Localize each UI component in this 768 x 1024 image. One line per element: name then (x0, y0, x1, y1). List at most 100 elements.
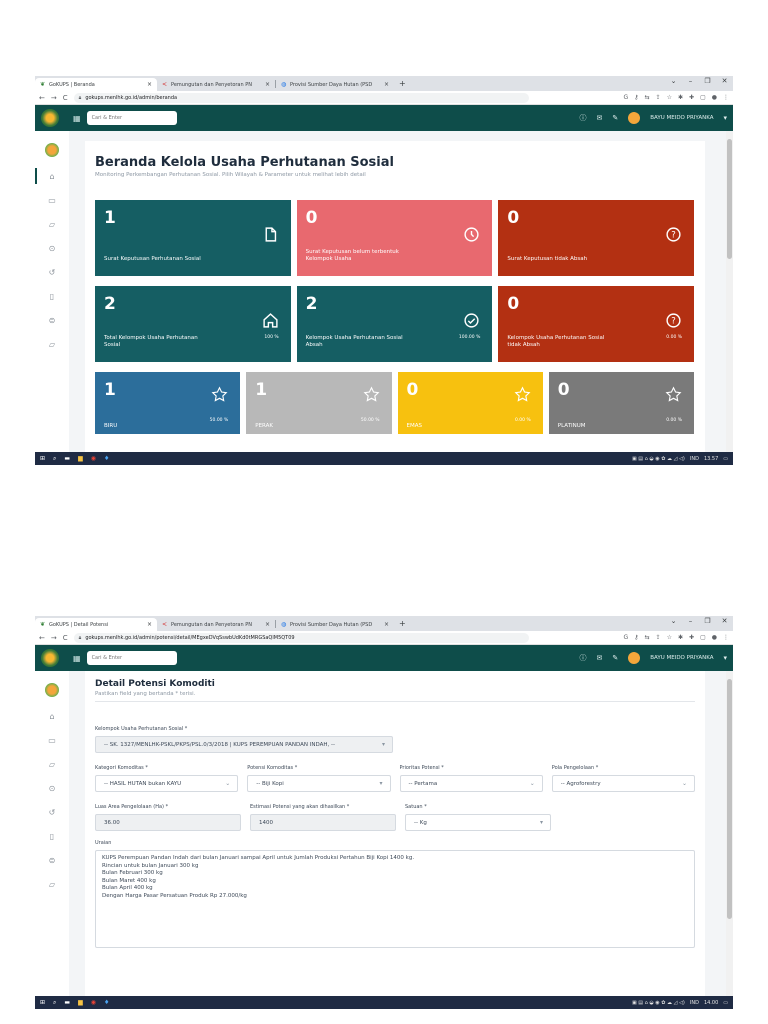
browser-tab-active[interactable]: ❦ GoKUPS | Detail Potensi × (35, 618, 157, 631)
chevron-down-icon[interactable]: ▾ (723, 114, 727, 122)
back-icon[interactable]: ← (39, 94, 45, 102)
home-icon[interactable]: ⌂ (49, 712, 54, 721)
tray-icons[interactable]: ▣ ▤ ⌂ ◒ ◉ ✿ ☁ ◿ ◁) (632, 456, 685, 462)
task-view-icon[interactable]: ▬ (64, 455, 70, 462)
reload-icon[interactable]: C (63, 94, 68, 102)
grid-menu-icon[interactable]: ▦ (73, 114, 81, 123)
menu-dots-icon[interactable]: ⋮ (723, 94, 729, 101)
close-icon[interactable]: × (147, 81, 152, 88)
new-tab-button[interactable]: + (394, 619, 411, 628)
language-indicator[interactable]: IND (690, 1000, 699, 1006)
notification-center-icon[interactable]: ▭ (723, 456, 728, 462)
folder-icon[interactable]: ▱ (49, 880, 55, 889)
settings-icon[interactable]: ✎ (612, 114, 618, 122)
stat-card-perak[interactable]: 1 50.00 % PERAK (246, 372, 392, 434)
menu-dots-icon[interactable]: ⋮ (723, 634, 729, 641)
task-view-icon[interactable]: ▬ (64, 999, 70, 1006)
sidebar-avatar[interactable] (45, 683, 59, 697)
document-icon[interactable]: ▯ (50, 832, 54, 841)
grid-menu-icon[interactable]: ▦ (73, 654, 81, 663)
translate-icon[interactable]: ⇆ (645, 634, 650, 641)
uraian-textarea[interactable]: KUPS Perempuan Pandan Indah dari bulan J… (95, 850, 695, 948)
chevron-down-icon[interactable]: ⌄ (665, 77, 682, 85)
sidepanel-icon[interactable]: ▢ (700, 634, 706, 641)
profile-icon[interactable]: ● (712, 94, 717, 101)
folder-icon[interactable]: ▱ (49, 340, 55, 349)
sidebar-avatar[interactable] (45, 143, 59, 157)
share-icon[interactable]: ⇪ (656, 634, 661, 641)
google-icon[interactable]: G (624, 634, 629, 641)
share-icon[interactable]: ⇪ (656, 94, 661, 101)
url-field[interactable]: 🔒︎ gokups.menlhk.go.id/admin/beranda (73, 92, 529, 103)
reload-icon[interactable]: C (63, 634, 68, 642)
page-scrollbar[interactable] (726, 131, 733, 452)
minimize-icon[interactable]: – (682, 617, 699, 625)
document-icon[interactable]: ▯ (50, 292, 54, 301)
stat-card-biru[interactable]: 1 50.00 % BIRU (95, 372, 241, 434)
monitor-icon[interactable]: ▭ (48, 196, 56, 205)
chevron-down-icon[interactable]: ⌄ (665, 617, 682, 625)
stat-card-platinum[interactable]: 0 0.00 % PLATINUM (548, 372, 694, 434)
avatar[interactable] (628, 112, 641, 124)
notification-icon[interactable]: ✉ (596, 114, 602, 122)
gokups-logo[interactable] (41, 109, 59, 127)
user-name[interactable]: BAYU MEIDO PRIYANKA (650, 655, 713, 661)
clock[interactable]: 13.57 (704, 456, 718, 462)
browser-tab[interactable]: ◍ Provisi Sumber Daya Hutan (PSD × (276, 618, 394, 631)
file-explorer-icon[interactable]: ▆ (78, 455, 83, 462)
kategori-select[interactable]: -- HASIL HUTAN bukan KAYU ⌄ (95, 775, 239, 792)
home-icon[interactable]: ⌂ (35, 168, 55, 184)
kelompok-select[interactable]: -- SK. 1327/MENLHK-PSKL/PKPS/PSL.0/3/201… (95, 736, 393, 753)
star-bookmark-icon[interactable]: ☆ (667, 94, 672, 101)
help-icon[interactable]: ⓘ (579, 653, 586, 663)
close-icon[interactable]: × (265, 81, 270, 88)
page-scrollbar[interactable] (726, 671, 733, 996)
search-input[interactable]: Cari & Enter (86, 651, 177, 665)
file-explorer-icon[interactable]: ▆ (78, 999, 83, 1006)
folder-icon[interactable]: ▱ (49, 760, 55, 769)
extension-icon[interactable]: ✱ (678, 94, 683, 101)
notification-icon[interactable]: ✉ (596, 654, 602, 662)
browser-tab[interactable]: < Pemungutan dan Penyetoran PN × (157, 78, 275, 91)
close-icon[interactable]: × (384, 81, 389, 88)
windows-start-icon[interactable]: ⊞ (40, 455, 45, 462)
help-icon[interactable]: ⓘ (579, 113, 586, 123)
star-bookmark-icon[interactable]: ☆ (667, 634, 672, 641)
folder-icon[interactable]: ▱ (49, 220, 55, 229)
app-icon[interactable]: ♦ (104, 999, 109, 1006)
prioritas-select[interactable]: -- Pertama ⌄ (399, 775, 543, 792)
chrome-icon[interactable]: ◉ (91, 999, 96, 1006)
key-icon[interactable]: ⚷ (634, 94, 638, 101)
back-icon[interactable]: ← (39, 634, 45, 642)
forward-icon[interactable]: → (51, 634, 57, 642)
browser-tab[interactable]: < Pemungutan dan Penyetoran PN × (157, 618, 275, 631)
search-icon[interactable]: ⌕ (53, 455, 56, 463)
stat-card-sk[interactable]: 1 Surat Keputusan Perhutanan Sosial (95, 200, 291, 276)
stat-card-sk-tidak-absah[interactable]: 0 ? Surat Keputusan tidak Absah (498, 200, 695, 276)
search-input[interactable]: Cari & Enter (86, 111, 177, 125)
windows-start-icon[interactable]: ⊞ (40, 999, 45, 1006)
key-icon[interactable]: ⚷ (634, 634, 638, 641)
language-indicator[interactable]: IND (690, 456, 699, 462)
close-icon[interactable]: × (147, 621, 152, 628)
forward-icon[interactable]: → (51, 94, 57, 102)
location-icon[interactable]: ⊙ (49, 784, 56, 793)
history-icon[interactable]: ↺ (49, 808, 56, 817)
app-icon[interactable]: ♦ (104, 455, 109, 462)
potensi-select[interactable]: -- Biji Kopi ▾ (247, 775, 391, 792)
user-name[interactable]: BAYU MEIDO PRIYANKA (650, 115, 713, 121)
puzzle-icon[interactable]: ✚ (689, 94, 694, 101)
restore-icon[interactable]: ❐ (699, 617, 716, 625)
stat-card-emas[interactable]: 0 0.00 % EMAS (397, 372, 543, 434)
avatar[interactable] (628, 652, 641, 664)
close-window-icon[interactable]: ✕ (716, 77, 733, 85)
history-icon[interactable]: ↺ (49, 268, 56, 277)
close-icon[interactable]: × (265, 621, 270, 628)
url-field[interactable]: 🔒︎ gokups.menlhk.go.id/admin/potensi/det… (73, 632, 529, 643)
sidepanel-icon[interactable]: ▢ (700, 94, 706, 101)
google-icon[interactable]: G (624, 94, 629, 101)
search-icon[interactable]: ⌕ (53, 999, 56, 1007)
estimasi-input[interactable]: 1400 (250, 814, 396, 831)
chevron-down-icon[interactable]: ▾ (723, 654, 727, 662)
close-icon[interactable]: × (384, 621, 389, 628)
